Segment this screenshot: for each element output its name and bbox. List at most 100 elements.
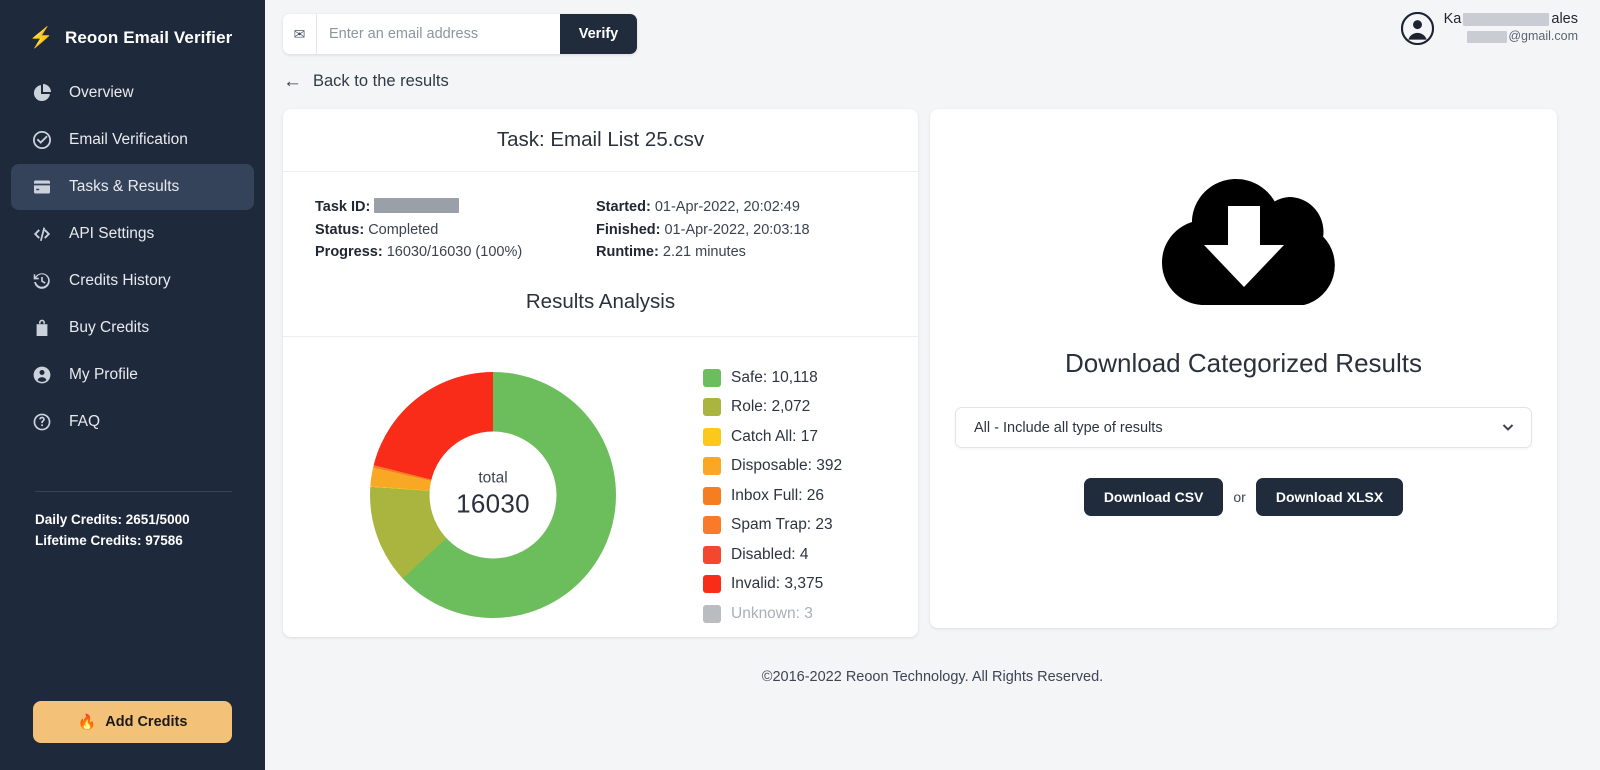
user-email: @gmail.com	[1467, 28, 1578, 45]
add-credits-button[interactable]: 🔥 Add Credits	[33, 701, 232, 743]
app-root: ⚡ Reoon Email Verifier Overview Email Ve…	[0, 0, 1600, 770]
legend-label: Catch All: 17	[731, 428, 818, 446]
user-profile-chip[interactable]: Kaales @gmail.com	[1401, 11, 1578, 45]
legend-swatch	[703, 546, 721, 564]
sidebar-item-faq[interactable]: FAQ	[11, 399, 254, 445]
legend-item[interactable]: Disposable: 392	[703, 451, 842, 481]
back-to-results-link[interactable]: ← Back to the results	[265, 68, 1600, 91]
legend-label: Unknown: 3	[731, 605, 813, 623]
donut-chart-wrap: total 16030	[283, 372, 703, 618]
brand[interactable]: ⚡ Reoon Email Verifier	[0, 0, 265, 70]
arrow-left-icon: ←	[283, 72, 302, 91]
task-card-header: Task: Email List 25.csv	[283, 109, 918, 172]
donut-center-label: total	[478, 470, 507, 488]
search-input[interactable]	[317, 14, 560, 54]
topbar: ✉ Verify Kaales @gmail.com	[265, 0, 1600, 68]
sidebar-item-label: Tasks & Results	[69, 178, 179, 196]
daily-credits: Daily Credits: 2651/5000	[35, 509, 265, 530]
user-name: Kaales	[1444, 11, 1578, 28]
question-circle-icon	[31, 411, 53, 433]
sidebar-item-overview[interactable]: Overview	[11, 70, 254, 116]
donut-center: total 16030	[430, 431, 557, 558]
check-circle-icon	[31, 129, 53, 151]
progress-value: 16030/16030 (100%)	[387, 244, 522, 260]
started-label: Started:	[596, 199, 651, 215]
runtime-value: 2.21 minutes	[663, 244, 746, 260]
email-verify-box: ✉ Verify	[283, 14, 637, 54]
legend-item[interactable]: Unknown: 3	[703, 599, 842, 629]
task-meta-left: Task ID: Status: Completed Progress: 160…	[283, 196, 563, 264]
progress-row: Progress: 16030/16030 (100%)	[315, 241, 563, 264]
user-email-suffix: @gmail.com	[1508, 28, 1578, 45]
cloud-download-icon	[1141, 157, 1347, 311]
user-name-redaction	[1463, 13, 1549, 26]
legend-item[interactable]: Disabled: 4	[703, 540, 842, 570]
finished-value: 01-Apr-2022, 20:03:18	[664, 222, 809, 238]
task-details-card: Task: Email List 25.csv Task ID: Status:…	[283, 109, 918, 637]
credits-summary: Daily Credits: 2651/5000 Lifetime Credit…	[0, 509, 265, 551]
legend-label: Inbox Full: 26	[731, 487, 824, 505]
progress-label: Progress:	[315, 244, 383, 260]
sidebar-divider	[35, 491, 232, 492]
user-meta: Kaales @gmail.com	[1444, 11, 1578, 45]
sidebar-item-my-profile[interactable]: My Profile	[11, 352, 254, 398]
status-row: Status: Completed	[315, 219, 563, 242]
results-filter-select-wrap: All - Include all type of results	[955, 407, 1532, 448]
user-email-redaction	[1467, 31, 1507, 43]
legend-item[interactable]: Inbox Full: 26	[703, 481, 842, 511]
sidebar-item-tasks-results[interactable]: Tasks & Results	[11, 164, 254, 210]
legend-item[interactable]: Invalid: 3,375	[703, 569, 842, 599]
back-link-label: Back to the results	[313, 72, 449, 91]
legend-item[interactable]: Catch All: 17	[703, 422, 842, 452]
legend-swatch	[703, 398, 721, 416]
sidebar: ⚡ Reoon Email Verifier Overview Email Ve…	[0, 0, 265, 770]
or-separator-label: or	[1233, 489, 1245, 505]
finished-label: Finished:	[596, 222, 660, 238]
user-name-prefix: Ka	[1444, 11, 1462, 28]
results-filter-select[interactable]: All - Include all type of results	[955, 407, 1532, 448]
lifetime-credits: Lifetime Credits: 97586	[35, 530, 265, 551]
content-area: Task: Email List 25.csv Task ID: Status:…	[265, 91, 1600, 637]
sidebar-item-email-verification[interactable]: Email Verification	[11, 117, 254, 163]
results-chart-row: total 16030 Safe: 10,118 Role: 2,072 Catch…	[283, 337, 918, 637]
status-badge: Completed	[368, 222, 438, 238]
status-label: Status:	[315, 222, 364, 238]
legend-label: Invalid: 3,375	[731, 575, 823, 593]
legend-swatch	[703, 428, 721, 446]
verify-button[interactable]: Verify	[560, 14, 637, 54]
download-buttons: Download CSV or Download XLSX	[1084, 478, 1403, 516]
download-csv-button[interactable]: Download CSV	[1084, 478, 1224, 516]
sidebar-item-credits-history[interactable]: Credits History	[11, 258, 254, 304]
sidebar-item-label: Credits History	[69, 272, 171, 290]
donut-chart: total 16030	[370, 372, 616, 618]
legend-label: Safe: 10,118	[731, 369, 818, 387]
donut-center-value: 16030	[456, 489, 530, 520]
main-area: ✉ Verify Kaales @gmail.com ← Back to the…	[265, 0, 1600, 770]
download-xlsx-button[interactable]: Download XLSX	[1256, 478, 1403, 516]
brand-label: Reoon Email Verifier	[65, 28, 232, 48]
sidebar-item-label: FAQ	[69, 413, 100, 431]
legend-item[interactable]: Safe: 10,118	[703, 363, 842, 393]
sidebar-item-label: Email Verification	[69, 131, 188, 149]
legend-label: Disabled: 4	[731, 546, 809, 564]
pie-chart-icon	[31, 82, 53, 104]
runtime-label: Runtime:	[596, 244, 659, 260]
sidebar-bottom-gap	[0, 551, 265, 701]
download-panel-card: Download Categorized Results All - Inclu…	[930, 109, 1557, 628]
task-id-label: Task ID:	[315, 199, 370, 215]
credit-card-icon	[31, 176, 53, 198]
runtime-row: Runtime: 2.21 minutes	[596, 241, 810, 264]
legend-item[interactable]: Spam Trap: 23	[703, 510, 842, 540]
legend-swatch	[703, 369, 721, 387]
code-icon	[31, 223, 53, 245]
legend-item[interactable]: Role: 2,072	[703, 392, 842, 422]
sidebar-item-api-settings[interactable]: API Settings	[11, 211, 254, 257]
task-meta-grid: Task ID: Status: Completed Progress: 160…	[283, 172, 918, 264]
sidebar-item-buy-credits[interactable]: Buy Credits	[11, 305, 254, 351]
task-id-redaction	[374, 198, 459, 213]
sidebar-spacer	[0, 445, 265, 491]
bolt-icon: ⚡	[30, 28, 52, 48]
download-title: Download Categorized Results	[1065, 348, 1422, 379]
started-value: 01-Apr-2022, 20:02:49	[655, 199, 800, 215]
shopping-bag-icon	[31, 317, 53, 339]
